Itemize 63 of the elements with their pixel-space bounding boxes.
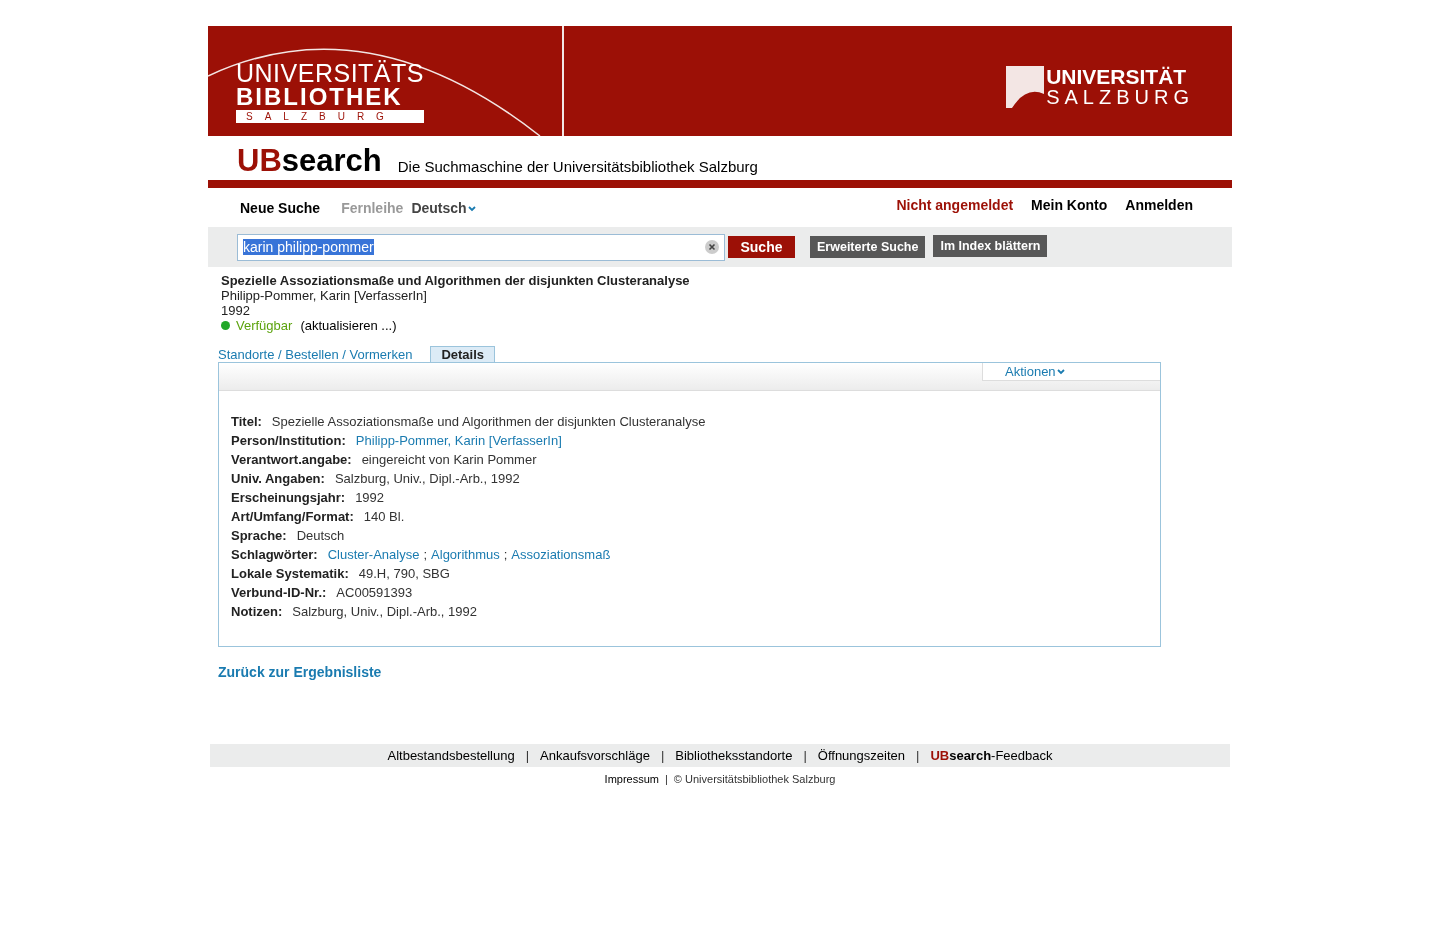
separator: | — [916, 746, 920, 765]
record-year: 1992 — [221, 303, 251, 318]
footer-link[interactable]: UBsearch-Feedback — [930, 745, 1053, 766]
nav-link[interactable]: Anmelden — [1125, 195, 1193, 216]
clear-icon[interactable] — [705, 240, 719, 254]
footer-link[interactable]: Öffnungszeiten — [817, 745, 905, 766]
field-value: Salzburg, Univ., Dipl.-Arb., 1992 — [334, 471, 520, 486]
tab[interactable]: Details — [430, 346, 496, 362]
nav-link[interactable]: Mein Konto — [1031, 195, 1108, 216]
copyright: © Universitätsbibliothek Salzburg — [673, 772, 836, 787]
field-link[interactable]: Algorithmus — [431, 547, 500, 562]
field-value: ; — [503, 547, 508, 562]
field-label: Titel: — [231, 414, 262, 429]
footer-link[interactable]: Bibliotheksstandorte — [675, 745, 793, 766]
field-value: Deutsch — [296, 528, 345, 543]
field-link[interactable]: Assoziationsmaß — [511, 547, 611, 562]
field-label: Schlagwörter: — [231, 547, 318, 562]
record-author: Philipp-Pommer, Karin [VerfasserIn] — [221, 288, 428, 303]
ubsearch-logo[interactable]: UBsearch — [237, 146, 382, 176]
field-label: Erscheinungsjahr: — [231, 490, 346, 505]
field-label: Sprache: — [231, 528, 287, 543]
separator: | — [665, 772, 668, 787]
field-value: eingereicht von Karin Pommer — [361, 452, 537, 467]
search-field[interactable]: karin philipp-pommer — [237, 233, 725, 261]
field-value: AC00591393 — [336, 585, 413, 600]
field-link[interactable]: Philipp-Pommer, Karin [VerfasserIn] — [355, 433, 562, 448]
tab[interactable]: Standorte / Bestellen / Vormerken — [218, 347, 413, 362]
availability-status: Verfügbar — [236, 318, 293, 333]
field-label: Univ. Angaben: — [231, 471, 325, 486]
field-value: 1992 — [355, 490, 385, 505]
search-button[interactable]: Suche — [728, 236, 795, 258]
tagline: Die Suchmaschine der Universitätsbibliothek Salzburg — [397, 158, 758, 176]
university-logo[interactable]: UNIVERSITÄT SALZBURG — [1006, 66, 1194, 108]
field-link[interactable]: Cluster-Analyse — [327, 547, 420, 562]
field-value: 140 Bl. — [363, 509, 405, 524]
imprint-link[interactable]: Impressum — [604, 771, 659, 788]
field-value: Spezielle Assoziationsmaße und Algorithmen der disjunkten Clusteranalyse — [271, 414, 706, 429]
library-logo[interactable]: UNIVERSITÄTS BIBLIOTHEK SALZBURG — [236, 61, 424, 123]
field-value: Salzburg, Univ., Dipl.-Arb., 1992 — [292, 604, 477, 619]
footer-link[interactable]: Altbestandsbestellung — [387, 745, 515, 766]
chevron-down-icon — [1056, 368, 1065, 375]
field-label: Notizen: — [231, 604, 283, 619]
separator: | — [803, 746, 807, 765]
search-option-button[interactable]: Erweiterte Suche — [810, 236, 926, 258]
field-value: 49.H, 790, SBG — [358, 566, 450, 581]
field-label: Lokale Systematik: — [231, 566, 349, 581]
field-label: Art/Umfang/Format: — [231, 509, 354, 524]
field-value: ; — [423, 547, 428, 562]
back-link[interactable]: Zurück zur Ergebnisliste — [218, 662, 1232, 683]
search-option-button[interactable]: Im Index blättern — [933, 235, 1048, 257]
actions-dropdown[interactable]: Aktionen — [982, 363, 1160, 381]
refresh-link[interactable]: (aktualisieren ...) — [300, 318, 397, 333]
chevron-down-icon — [467, 205, 476, 212]
nav-link[interactable]: Neue Suche — [240, 198, 321, 219]
record-title: Spezielle Assoziationsmaße und Algorithmen der disjunkten Clusteranalyse — [221, 273, 691, 288]
language-dropdown[interactable]: Deutsch — [411, 198, 476, 219]
field-label: Verantwort.angabe: — [231, 452, 352, 467]
field-label: Verbund-ID-Nr.: — [231, 585, 327, 600]
field-label: Person/Institution: — [231, 433, 346, 448]
separator: | — [660, 746, 665, 765]
login-status: Nicht angemeldet — [896, 196, 1014, 215]
separator: | — [525, 746, 530, 765]
footer-link[interactable]: Ankaufsvorschläge — [540, 745, 650, 766]
